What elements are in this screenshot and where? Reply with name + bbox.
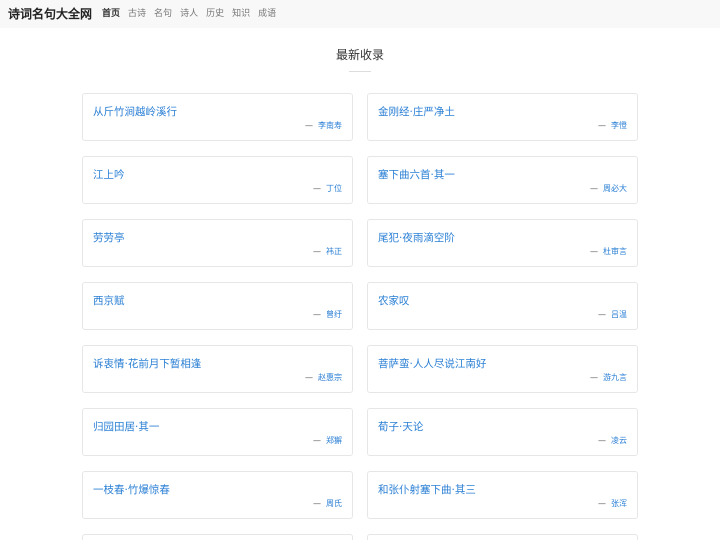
poem-author: — 张浑 [598, 498, 627, 509]
poem-card-partial[interactable] [367, 534, 638, 540]
poem-author: — 凌云 [598, 435, 627, 446]
author-name[interactable]: 李憕 [611, 121, 627, 130]
author-name[interactable]: 郑獬 [326, 436, 342, 445]
poem-card[interactable]: 菩萨蛮·人人尽说江南好 — 游九言 [367, 345, 638, 393]
poem-author: — 曾纡 [313, 309, 342, 320]
poem-card[interactable]: 归园田居·其一 — 郑獬 [82, 408, 353, 456]
author-dash: — [313, 436, 321, 445]
author-dash: — [598, 310, 606, 319]
nav-item-knowledge[interactable]: 知识 [232, 0, 250, 28]
author-name[interactable]: 杜审言 [603, 247, 627, 256]
poem-title[interactable]: 金刚经·庄严净土 [378, 104, 455, 119]
poem-title[interactable]: 诉衷情·花前月下暂相逢 [93, 356, 201, 371]
poem-title[interactable]: 塞下曲六首·其一 [378, 167, 455, 182]
author-name[interactable]: 凌云 [611, 436, 627, 445]
poem-author: — 游九言 [590, 372, 627, 383]
main-nav: 首页 古诗 名句 诗人 历史 知识 成语 [102, 0, 284, 28]
site-brand[interactable]: 诗词名句大全网 [8, 0, 92, 28]
poem-card[interactable]: 劳劳亭 — 祎正 [82, 219, 353, 267]
author-dash: — [598, 499, 606, 508]
poem-card-partial[interactable] [82, 534, 353, 540]
nav-item-history[interactable]: 历史 [206, 0, 224, 28]
poem-author: — 吕温 [598, 309, 627, 320]
poem-title[interactable]: 归园田居·其一 [93, 419, 159, 434]
author-name[interactable]: 吕温 [611, 310, 627, 319]
poem-title[interactable]: 和张仆射塞下曲·其三 [378, 482, 476, 497]
poem-title[interactable]: 尾犯·夜雨滴空阶 [378, 230, 455, 245]
poem-author: — 周氏 [313, 498, 342, 509]
author-dash: — [313, 310, 321, 319]
author-name[interactable]: 丁位 [326, 184, 342, 193]
poem-title[interactable]: 江上吟 [93, 167, 125, 182]
poem-author: — 赵惠宗 [305, 372, 342, 383]
poem-author: — 郑獬 [313, 435, 342, 446]
section-title: 最新收录 [335, 48, 384, 62]
title-divider [349, 71, 371, 72]
author-name[interactable]: 曾纡 [326, 310, 342, 319]
poem-author: — 杜审言 [590, 246, 627, 257]
author-name[interactable]: 张浑 [611, 499, 627, 508]
poem-title[interactable]: 西京赋 [93, 293, 125, 308]
poem-card[interactable]: 江上吟 — 丁位 [82, 156, 353, 204]
poem-card[interactable]: 从斤竹涧越岭溪行 — 李南寿 [82, 93, 353, 141]
poem-card[interactable]: 荀子·天论 — 凌云 [367, 408, 638, 456]
nav-item-idioms[interactable]: 成语 [258, 0, 276, 28]
poem-title[interactable]: 从斤竹涧越岭溪行 [93, 104, 177, 119]
poem-card[interactable]: 金刚经·庄严净土 — 李憕 [367, 93, 638, 141]
author-dash: — [305, 121, 313, 130]
nav-item-home[interactable]: 首页 [102, 0, 120, 28]
author-name[interactable]: 周氏 [326, 499, 342, 508]
author-dash: — [590, 184, 598, 193]
author-dash: — [590, 373, 598, 382]
poem-card[interactable]: 农家叹 — 吕温 [367, 282, 638, 330]
poem-card[interactable]: 和张仆射塞下曲·其三 — 张浑 [367, 471, 638, 519]
author-dash: — [598, 121, 606, 130]
poem-title[interactable]: 农家叹 [378, 293, 410, 308]
author-dash: — [590, 247, 598, 256]
poem-title[interactable]: 荀子·天论 [378, 419, 423, 434]
author-name[interactable]: 祎正 [326, 247, 342, 256]
author-dash: — [313, 184, 321, 193]
author-dash: — [313, 499, 321, 508]
poem-card[interactable]: 塞下曲六首·其一 — 周必大 [367, 156, 638, 204]
nav-item-ancient-poems[interactable]: 古诗 [128, 0, 146, 28]
poem-author: — 丁位 [313, 183, 342, 194]
nav-item-famous-lines[interactable]: 名句 [154, 0, 172, 28]
author-dash: — [598, 436, 606, 445]
author-name[interactable]: 游九言 [603, 373, 627, 382]
poem-card[interactable]: 尾犯·夜雨滴空阶 — 杜审言 [367, 219, 638, 267]
poem-author: — 周必大 [590, 183, 627, 194]
poem-card[interactable]: 诉衷情·花前月下暂相逢 — 赵惠宗 [82, 345, 353, 393]
nav-item-poets[interactable]: 诗人 [180, 0, 198, 28]
author-name[interactable]: 赵惠宗 [318, 373, 342, 382]
author-dash: — [313, 247, 321, 256]
poem-title[interactable]: 劳劳亭 [93, 230, 125, 245]
poem-card[interactable]: 西京赋 — 曾纡 [82, 282, 353, 330]
author-name[interactable]: 李南寿 [318, 121, 342, 130]
poem-card[interactable]: 一枝春·竹爆惊春 — 周氏 [82, 471, 353, 519]
poem-title[interactable]: 菩萨蛮·人人尽说江南好 [378, 356, 486, 371]
author-name[interactable]: 周必大 [603, 184, 627, 193]
poem-title[interactable]: 一枝春·竹爆惊春 [93, 482, 170, 497]
top-navbar: 诗词名句大全网 首页 古诗 名句 诗人 历史 知识 成语 [0, 0, 720, 28]
poem-author: — 李南寿 [305, 120, 342, 131]
poem-author: — 祎正 [313, 246, 342, 257]
poem-author: — 李憕 [598, 120, 627, 131]
author-dash: — [305, 373, 313, 382]
